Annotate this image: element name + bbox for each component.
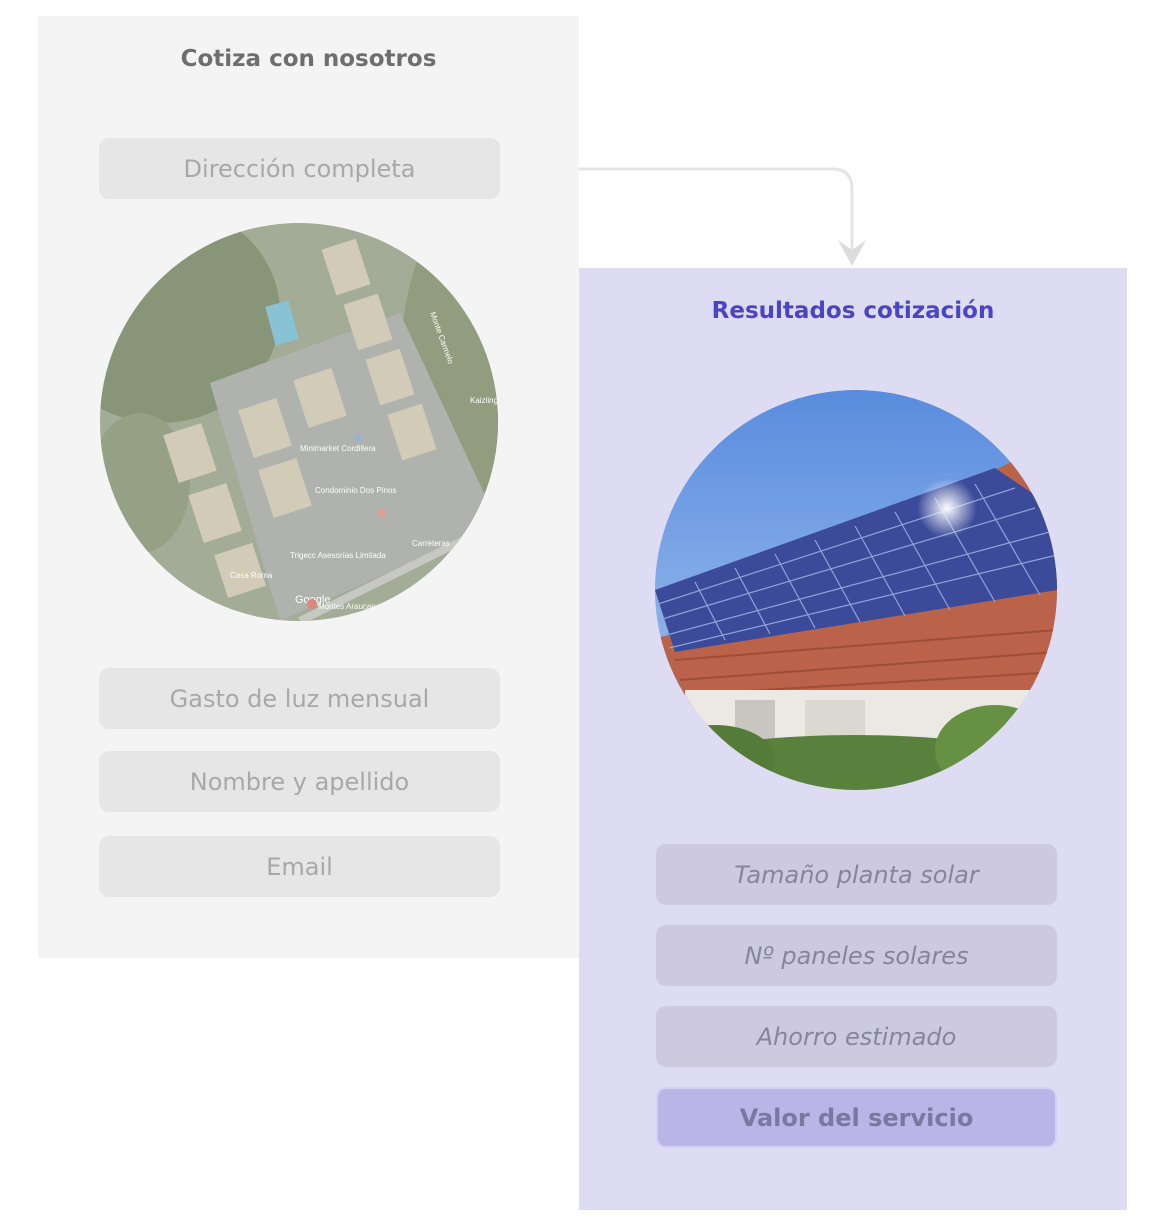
email-input[interactable]: Email (99, 836, 500, 897)
estimated-savings-field: Ahorro estimado (656, 1006, 1057, 1067)
quote-results-panel: Resultados cotización Tamaño planta sola… (579, 268, 1127, 1210)
plant-size-field: Tamaño planta solar (656, 844, 1057, 905)
address-input[interactable]: Dirección completa (99, 138, 500, 199)
panel-count-field: Nº paneles solares (656, 925, 1057, 986)
quote-form-title: Cotiza con nosotros (180, 46, 437, 72)
full-name-input[interactable]: Nombre y apellido (99, 751, 500, 812)
monthly-bill-input[interactable]: Gasto de luz mensual (99, 668, 500, 729)
solar-roof-image (655, 390, 1057, 790)
quote-form-panel: Cotiza con nosotros Dirección completa M… (38, 16, 579, 958)
service-value-button[interactable]: Valor del servicio (656, 1087, 1057, 1148)
results-title: Resultados cotización (711, 298, 995, 324)
satellite-map-image: Google Minimarket Cordillera Condominio … (100, 223, 498, 621)
